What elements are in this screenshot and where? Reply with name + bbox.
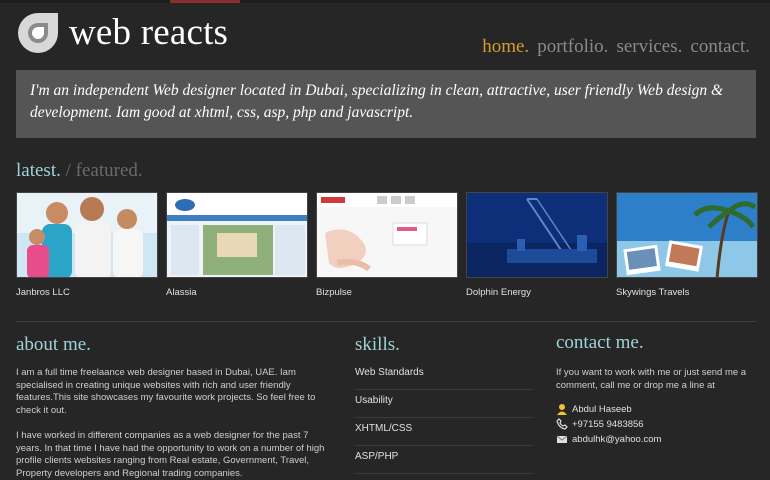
contact-email-link[interactable]: abdulhk@yahoo.com [572,434,661,445]
skills-list: Web Standards Usability XHTML/CSS ASP/PH… [355,362,533,474]
logo-text: web reacts [69,12,229,53]
portfolio-caption: Janbros LLC [16,287,70,298]
user-icon [556,403,568,415]
portfolio-caption: Bizpulse [316,287,352,298]
nav-services[interactable]: services. [616,36,682,58]
alassia-thumbnail[interactable] [166,192,308,278]
section-divider [16,321,756,322]
nav-portfolio[interactable]: portfolio. [537,36,608,58]
dolphin-energy-thumbnail[interactable] [466,192,608,278]
portfolio-thumbnails: Janbros LLC Alassia Bizpulse Dolphin Ene… [16,192,758,298]
latest-tabs: latest. / featured. [16,160,143,182]
portfolio-item[interactable]: Bizpulse [316,192,458,298]
portfolio-item[interactable]: Dolphin Energy [466,192,608,298]
portfolio-caption: Alassia [166,287,197,298]
about-paragraph-2: I have worked in different companies as … [16,430,325,479]
top-bar [0,0,770,3]
contact-name-text: Abdul Haseeb [572,403,632,415]
portfolio-caption: Skywings Travels [616,287,690,298]
main-nav: home. portfolio. services. contact. [482,36,750,58]
phone-icon [556,418,568,430]
tab-latest[interactable]: latest. [16,160,61,181]
about-title: about me. [16,334,91,355]
contact-text: If you want to work with me or just send… [556,367,747,391]
site-logo[interactable]: web reacts [16,11,228,55]
contact-name: Abdul Haseeb [556,403,632,415]
skill-item: XHTML/CSS [355,418,533,446]
janbros-thumbnail[interactable] [16,192,158,278]
email-icon [556,433,568,445]
skywings-thumbnail[interactable] [616,192,758,278]
about-paragraph-1: I am a full time freelaance web designer… [16,367,316,416]
nav-home[interactable]: home. [482,36,529,58]
tab-featured[interactable]: / featured. [66,160,143,181]
portfolio-item[interactable]: Janbros LLC [16,192,158,298]
contact-phone: +97155 9483856 [556,418,644,430]
portfolio-caption: Dolphin Energy [466,287,531,298]
skills-title: skills. [355,334,400,355]
bizpulse-thumbnail[interactable] [316,192,458,278]
contact-email: abdulhk@yahoo.com [556,433,661,445]
logo-mark-icon [16,11,60,55]
contact-phone-text[interactable]: +97155 9483856 [572,419,644,430]
skill-item: Web Standards [355,362,533,390]
contact-title: contact me. [556,332,644,353]
skill-item: Usability [355,390,533,418]
top-accent [170,0,240,3]
portfolio-item[interactable]: Skywings Travels [616,192,758,298]
nav-contact[interactable]: contact. [690,36,750,58]
portfolio-item[interactable]: Alassia [166,192,308,298]
intro-banner: I'm an independent Web designer located … [16,70,756,138]
